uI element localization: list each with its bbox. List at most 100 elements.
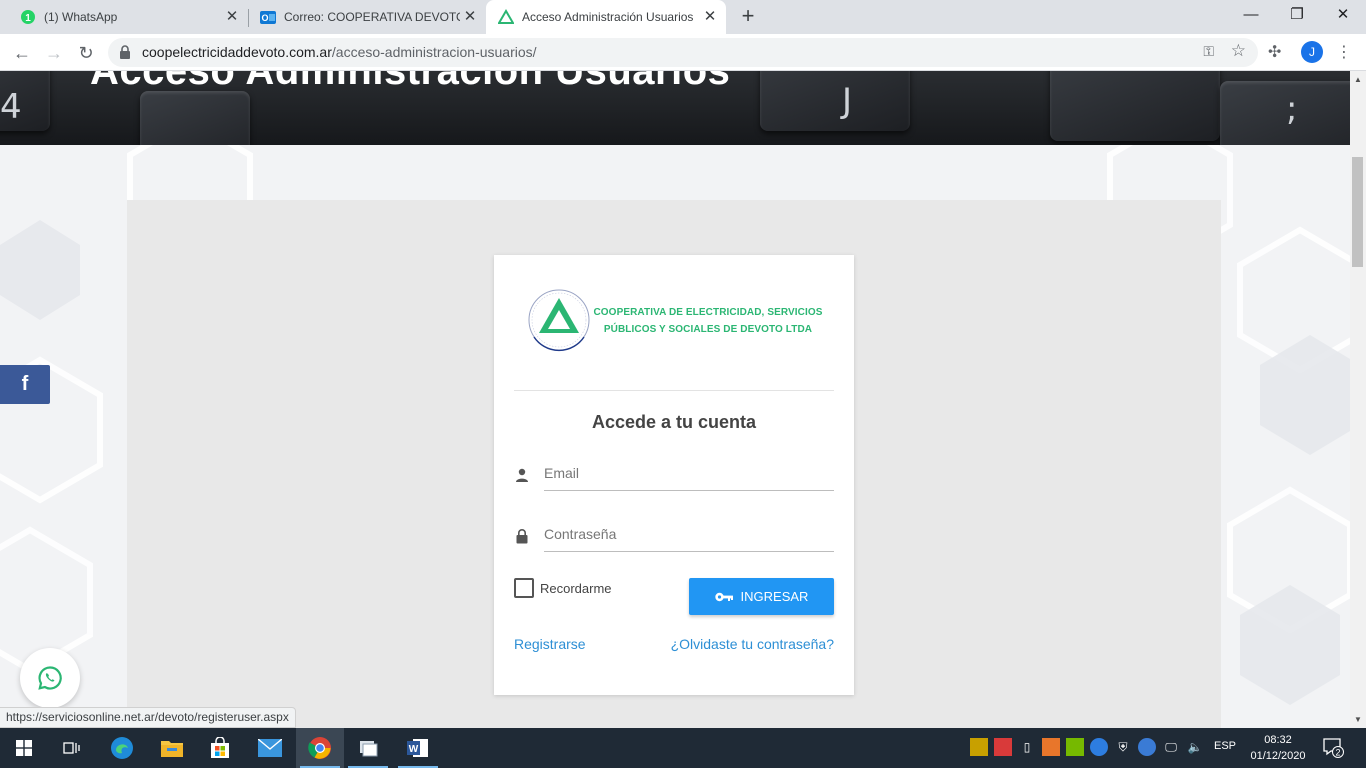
task-view-button[interactable] (48, 728, 96, 768)
mail-taskbar-icon[interactable] (246, 728, 294, 768)
address-bar[interactable]: coopelectricidaddevoto.com.ar/acceso-adm… (108, 38, 1258, 67)
close-tab-icon[interactable]: ✕ (700, 7, 720, 27)
more-menu-icon[interactable]: ⋮ (1336, 42, 1352, 62)
whatsapp-badge-icon: 1 (20, 9, 36, 25)
back-arrow-icon[interactable]: ← (8, 39, 36, 67)
windows-logo-icon (16, 740, 32, 756)
url-text: coopelectricidaddevoto.com.ar/acceso-adm… (142, 44, 537, 60)
url-domain: coopelectricidaddevoto.com.ar (142, 44, 332, 60)
coop-triangle-icon (498, 9, 514, 25)
whatsapp-icon (38, 666, 62, 690)
forward-arrow-icon[interactable]: → (40, 39, 68, 67)
tab-outlook[interactable]: O Correo: COOPERATIVA DEVOTO - ✕ (248, 0, 486, 34)
tray-app-icon[interactable] (1138, 738, 1156, 756)
url-path: /acceso-administracion-usuarios/ (331, 44, 537, 60)
restore-icon[interactable]: ❐ (1274, 0, 1320, 30)
email-input[interactable] (544, 455, 834, 491)
tab-title: (1) WhatsApp (44, 10, 118, 24)
login-submit-label: INGRESAR (740, 589, 809, 604)
profile-avatar[interactable]: J (1301, 41, 1323, 63)
tab-title: Acceso Administración Usuarios (522, 10, 694, 24)
keycap-decoration (1050, 71, 1220, 141)
new-tab-button[interactable]: + (736, 5, 760, 29)
keycap-decoration: J (842, 81, 853, 121)
padlock-icon (516, 529, 528, 544)
chrome-taskbar-icon[interactable] (296, 728, 344, 768)
network-icon[interactable]: 🖵 (1162, 738, 1180, 756)
svg-text:1: 1 (25, 13, 31, 24)
start-button[interactable] (0, 728, 48, 768)
key-icon[interactable]: ⚿ (1203, 43, 1214, 60)
whatsapp-chat-button[interactable] (20, 648, 80, 708)
system-clock[interactable]: 08:32 01/12/2020 (1248, 732, 1308, 764)
edge-taskbar-icon[interactable] (98, 728, 146, 768)
checkbox-box[interactable] (514, 578, 534, 598)
hero-banner: 4 J ; Acceso Administración Usuarios (0, 71, 1350, 145)
cooperative-name: COOPERATIVA DE ELECTRICIDAD, SERVICIOS P… (593, 304, 823, 338)
file-explorer-taskbar-icon[interactable] (148, 728, 196, 768)
clock-time: 08:32 (1264, 734, 1292, 746)
person-icon (516, 468, 528, 482)
cooperative-logo: COOPERATIVA DE ELECTRICIDAD, SERVICIOS P… (526, 285, 826, 355)
tray-app-icon[interactable] (970, 738, 988, 756)
login-submit-button[interactable]: INGRESAR (689, 578, 834, 615)
minimize-icon[interactable]: — (1228, 0, 1274, 30)
browser-tab-strip: 1 (1) WhatsApp ✕ O Correo: COOPERATIVA D… (0, 0, 1366, 34)
facebook-share-button[interactable]: f (0, 365, 50, 404)
remember-me-label: Recordarme (540, 580, 612, 596)
keycap-decoration (140, 91, 250, 145)
action-center-icon[interactable]: 2 (1322, 736, 1344, 763)
windows-taskbar: W ▯ ⛨ 🖵 🔈 ESP 08:32 01/12/2020 2 (0, 728, 1366, 768)
tab-acceso-administracion[interactable]: Acceso Administración Usuarios ✕ (486, 0, 726, 34)
cooperative-name-line2: PÚBLICOS Y SOCIALES DE DEVOTO LTDA (603, 324, 813, 335)
usb-icon[interactable]: ▯ (1018, 738, 1036, 756)
email-field-row (514, 455, 834, 495)
tab-title: Correo: COOPERATIVA DEVOTO - (284, 10, 460, 24)
keycap-decoration (760, 71, 910, 131)
password-field-row (514, 516, 834, 556)
close-window-icon[interactable]: ✕ (1320, 0, 1366, 30)
extensions-puzzle-icon[interactable]: ✣ (1268, 42, 1281, 62)
task-view-icon (63, 742, 80, 754)
cooperative-name-line1: COOPERATIVA DE ELECTRICIDAD, SERVICIOS (593, 307, 823, 318)
scroll-down-arrow-icon[interactable]: ▼ (1354, 715, 1362, 724)
remember-me-checkbox[interactable]: Recordarme (514, 578, 612, 598)
keycap-decoration (1220, 81, 1350, 145)
hero-title: Acceso Administración Usuarios (90, 71, 731, 93)
tray-app-icon[interactable] (1090, 738, 1108, 756)
svg-text:W: W (409, 744, 419, 755)
tray-app-icon[interactable] (1042, 738, 1060, 756)
page-scrollbar[interactable]: ▲ ▼ (1350, 71, 1366, 728)
input-language[interactable]: ESP (1214, 740, 1236, 752)
volume-icon[interactable]: 🔈 (1186, 738, 1204, 756)
close-tab-icon[interactable]: ✕ (460, 7, 480, 27)
keycap-decoration: 4 (0, 87, 22, 127)
scrollbar-thumb[interactable] (1352, 157, 1363, 267)
tray-app-icon[interactable] (994, 738, 1012, 756)
forgot-password-link[interactable]: ¿Olvidaste tu contraseña? (671, 636, 834, 652)
reload-icon[interactable]: ↻ (72, 39, 100, 67)
svg-text:O: O (261, 13, 268, 23)
word-taskbar-icon[interactable]: W (394, 728, 442, 768)
cooperative-seal-icon (528, 289, 590, 352)
page-viewport: 4 J ; Acceso Administración Usuarios COO… (0, 71, 1350, 728)
register-link[interactable]: Registrarse (514, 636, 586, 652)
key-icon (714, 592, 733, 602)
outlook-icon: O (260, 9, 276, 25)
bookmark-star-icon[interactable]: ☆ (1231, 41, 1246, 61)
clock-date: 01/12/2020 (1250, 750, 1306, 762)
nvidia-icon[interactable] (1066, 738, 1084, 756)
browser-toolbar: ← → ↻ coopelectricidaddevoto.com.ar/acce… (0, 34, 1366, 71)
security-shield-icon[interactable]: ⛨ (1114, 738, 1132, 756)
link-hover-status-bar: https://serviciosonline.net.ar/devoto/re… (0, 707, 296, 728)
login-card: COOPERATIVA DE ELECTRICIDAD, SERVICIOS P… (494, 255, 854, 695)
close-tab-icon[interactable]: ✕ (222, 7, 242, 27)
password-input[interactable] (544, 516, 834, 552)
store-taskbar-icon[interactable] (196, 728, 244, 768)
tab-whatsapp[interactable]: 1 (1) WhatsApp ✕ (8, 0, 248, 34)
card-divider (514, 390, 834, 391)
app-taskbar-icon[interactable] (344, 728, 392, 768)
lock-icon (120, 45, 130, 59)
login-title: Accede a tu cuenta (591, 412, 757, 432)
scroll-up-arrow-icon[interactable]: ▲ (1354, 75, 1362, 84)
